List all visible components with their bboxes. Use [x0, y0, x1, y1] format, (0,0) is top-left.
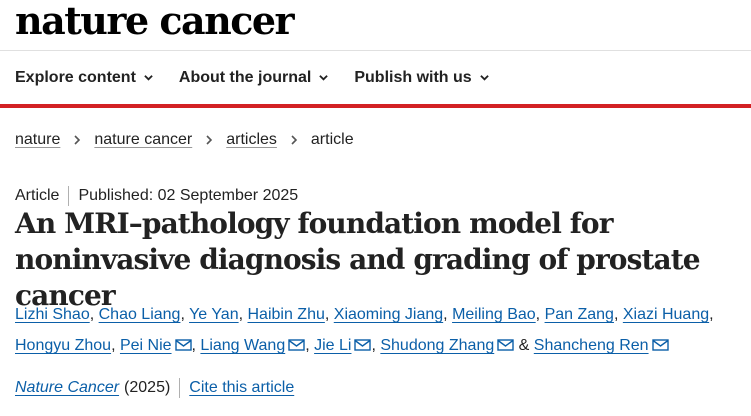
article-type: Article [15, 187, 60, 204]
author-link[interactable]: Xiaoming Jiang [334, 306, 443, 323]
nav-about-the-journal[interactable]: About the journal [178, 68, 329, 87]
published-date: Published: 02 September 2025 [78, 187, 299, 204]
author-link[interactable]: Haibin Zhu [248, 306, 325, 323]
chevron-down-icon [144, 75, 153, 81]
email-icon[interactable] [288, 339, 305, 351]
author-name: Chao Liang [98, 306, 181, 323]
journal-logo[interactable]: nature cancer [15, 0, 295, 42]
top-navigation: Explore content About the journal Publis… [0, 50, 751, 104]
email-icon[interactable] [354, 339, 372, 351]
breadcrumb-articles[interactable]: articles [226, 131, 277, 149]
article-title: An MRI–pathology foundation model for no… [15, 207, 701, 312]
masthead: nature cancer [15, 0, 295, 50]
journal-name-link[interactable]: Nature Cancer [15, 379, 119, 397]
author-name: Hongyu Zhou [15, 337, 112, 354]
author-name: Haibin Zhu [247, 306, 325, 323]
author-name: Liang Wang [200, 337, 286, 354]
author-name: Shancheng Ren [533, 337, 649, 354]
article-meta: Article Published: 02 September 2025 [15, 186, 298, 206]
author-link[interactable]: Pan Zang [545, 306, 614, 323]
chevron-right-icon [206, 135, 213, 145]
author-name: Pan Zang [544, 306, 614, 323]
nav-explore-content[interactable]: Explore content [15, 69, 153, 87]
author-link[interactable]: Hongyu Zhou [15, 337, 111, 354]
breadcrumb-current: article [310, 131, 354, 148]
author-name: Pei Nie [119, 337, 172, 354]
citation-line: Nature Cancer (2025) Cite this article [15, 378, 294, 398]
author-name: Shudong Zhang [380, 337, 495, 354]
chevron-right-icon [291, 135, 298, 145]
breadcrumb: nature nature cancer articles article [15, 131, 354, 149]
author-link[interactable]: Ye Yan [189, 306, 239, 323]
meta-divider [68, 186, 70, 206]
author-link[interactable]: Shudong Zhang [380, 337, 514, 354]
chevron-down-icon [319, 75, 329, 81]
email-icon[interactable] [651, 339, 669, 351]
email-icon[interactable] [174, 339, 192, 351]
author-link[interactable]: Meiling Bao [452, 306, 536, 323]
breadcrumb-nature-cancer[interactable]: nature cancer [94, 131, 192, 149]
email-icon[interactable] [497, 339, 514, 351]
publication-year: (2025) [124, 379, 171, 396]
accent-bar [0, 104, 751, 108]
author-list: Lizhi Shao, Chao Liang, Ye Yan, Haibin Z… [15, 306, 714, 354]
author-link[interactable]: Shancheng Ren [534, 337, 669, 354]
author-name: Ye Yan [189, 306, 239, 323]
cite-this-article-link[interactable]: Cite this article [189, 379, 294, 397]
nav-explore-content-label: Explore content [15, 68, 136, 86]
author-name: Xiaoming Jiang [333, 306, 444, 323]
nav-about-the-journal-label: About the journal [178, 68, 312, 86]
nav-publish-with-us-label: Publish with us [354, 68, 472, 86]
author-name: Meiling Bao [452, 306, 536, 323]
author-link[interactable]: Xiazi Huang [623, 306, 709, 323]
citation-divider [179, 378, 181, 398]
chevron-down-icon [479, 75, 489, 81]
author-link[interactable]: Liang Wang [200, 337, 305, 354]
breadcrumb-nature[interactable]: nature [15, 131, 60, 149]
author-link[interactable]: Chao Liang [99, 306, 181, 323]
author-link[interactable]: Lizhi Shao [15, 306, 90, 323]
author-name: Xiazi Huang [622, 306, 710, 323]
author-link[interactable]: Jie Li [314, 337, 372, 354]
author-name: Lizhi Shao [15, 306, 90, 323]
chevron-right-icon [74, 135, 81, 145]
author-name: Jie Li [314, 337, 352, 354]
author-link[interactable]: Pei Nie [120, 337, 192, 354]
nav-publish-with-us[interactable]: Publish with us [354, 68, 489, 87]
